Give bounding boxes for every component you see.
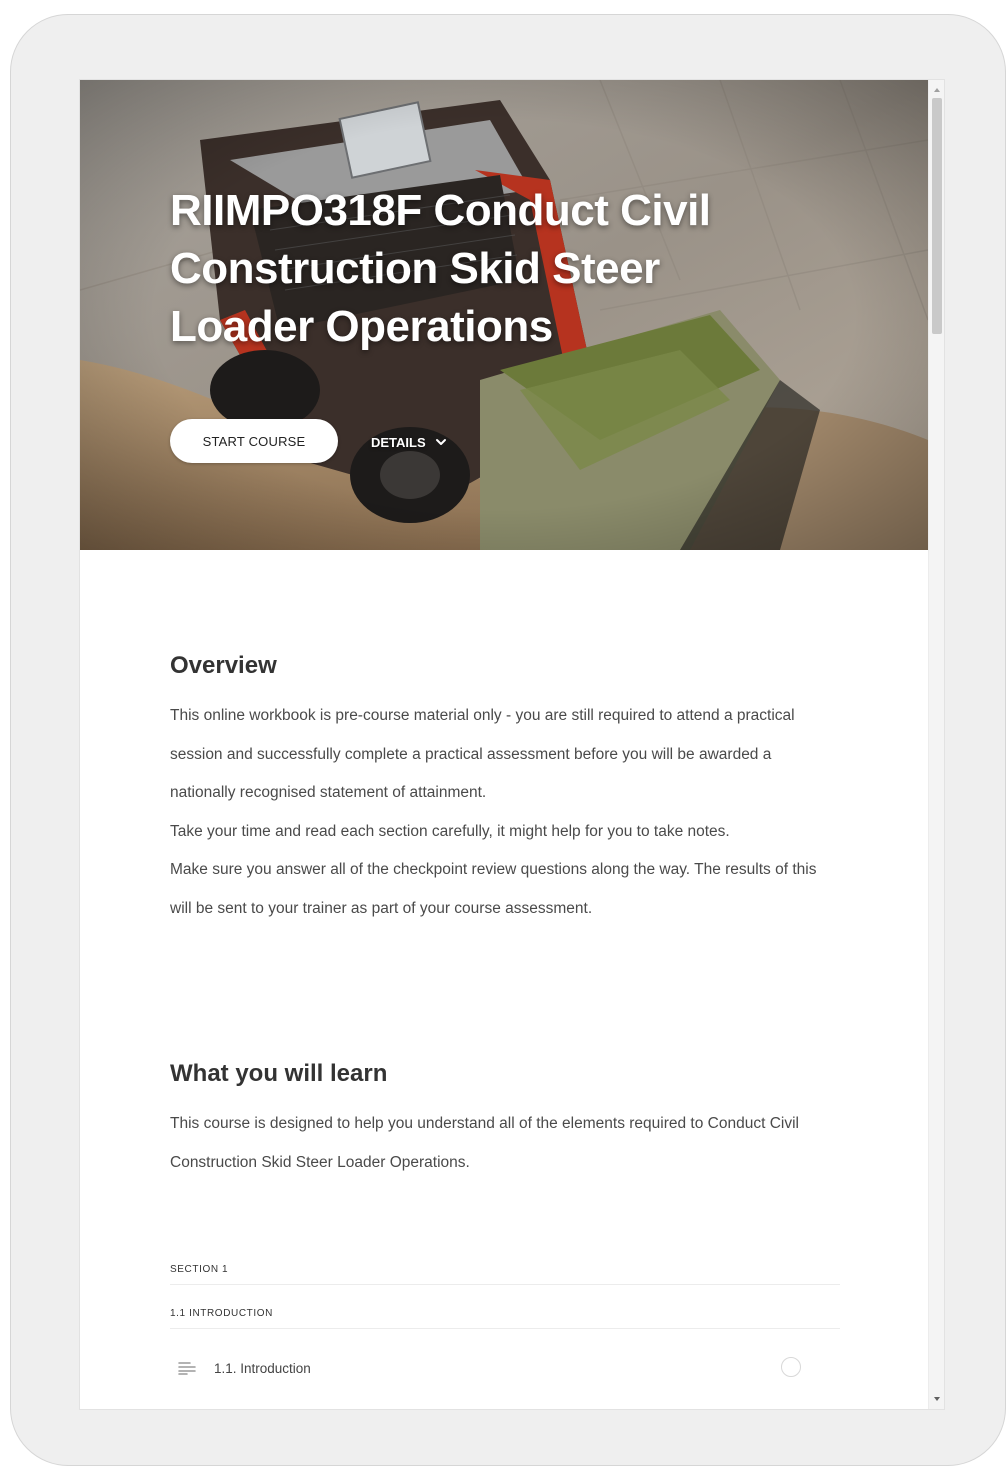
- chevron-down-icon: [435, 439, 446, 445]
- learn-paragraph: This course is designed to help you unde…: [170, 1115, 799, 1171]
- overview-heading: Overview: [170, 652, 277, 679]
- subsection-label: 1.1 INTRODUCTION: [170, 1308, 273, 1319]
- lesson-label: 1.1. Introduction: [214, 1360, 311, 1376]
- course-title: RIIMPO318F Conduct Civil Construction Sk…: [170, 186, 711, 351]
- circle-icon: [781, 1357, 801, 1377]
- learn-heading: What you will learn: [170, 1060, 388, 1087]
- scroll-thumb[interactable]: [932, 98, 942, 334]
- subsection-divider: [170, 1328, 840, 1329]
- section-label: SECTION 1: [170, 1264, 229, 1275]
- arrow-up-icon[interactable]: [933, 86, 941, 94]
- text-lines-icon: [178, 1362, 196, 1375]
- details-label: DETAILS: [371, 434, 426, 450]
- course-hero: RIIMPO318F Conduct Civil Construction Sk…: [80, 80, 928, 550]
- lesson-item[interactable]: 1.1. Introduction: [170, 1348, 810, 1388]
- overview-text: This online workbook is pre-course mater…: [170, 697, 830, 928]
- page-scrollbar[interactable]: [928, 80, 944, 1409]
- section-divider: [170, 1284, 840, 1285]
- overview-paragraph-3: Make sure you answer all of the checkpoi…: [170, 861, 817, 917]
- overview-paragraph-1: This online workbook is pre-course mater…: [170, 707, 795, 801]
- details-button[interactable]: DETAILS: [371, 428, 448, 456]
- course-screen: RIIMPO318F Conduct Civil Construction Sk…: [79, 79, 945, 1410]
- arrow-down-icon[interactable]: [933, 1395, 941, 1403]
- overview-paragraph-2: Take your time and read each section car…: [170, 822, 730, 840]
- start-course-button[interactable]: START COURSE: [170, 419, 338, 463]
